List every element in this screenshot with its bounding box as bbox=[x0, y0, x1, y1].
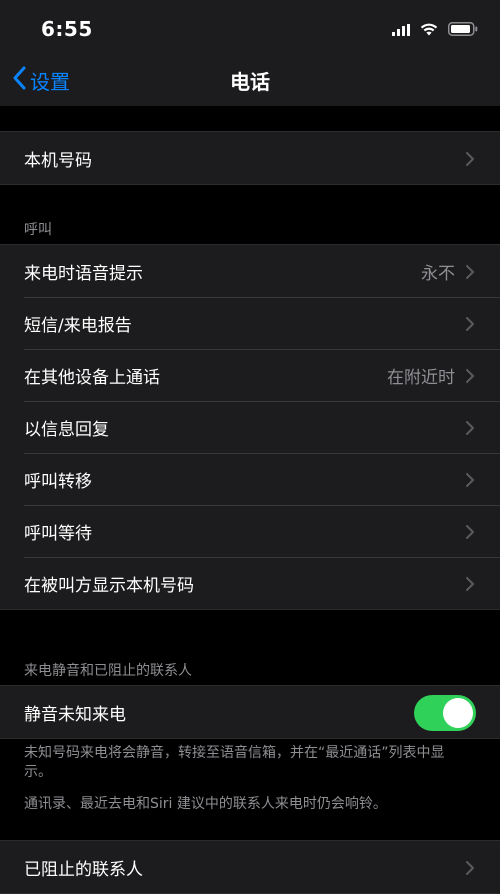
row-label: 在被叫方显示本机号码 bbox=[24, 575, 194, 596]
row-label: 在其他设备上通话 bbox=[24, 367, 160, 388]
row-label: 来电时语音提示 bbox=[24, 263, 143, 284]
toggle-knob bbox=[443, 698, 473, 728]
status-bar: 6:55 bbox=[0, 0, 500, 56]
row-announce-calls[interactable]: 来电时语音提示 永不 bbox=[0, 245, 500, 297]
chevron-right-icon bbox=[466, 151, 474, 170]
status-time: 6:55 bbox=[41, 17, 93, 41]
row-label: 已阻止的联系人 bbox=[24, 860, 143, 880]
chevron-right-icon bbox=[466, 860, 474, 879]
status-icons bbox=[392, 20, 478, 40]
chevron-right-icon bbox=[466, 524, 474, 543]
group-silence-unknown: 静音未知来电 bbox=[0, 685, 500, 739]
silence-footer-description: 未知号码来电将会静音，转接至语音信箱，并在“最近通话”列表中显示。 bbox=[24, 745, 445, 780]
row-value: 永不 bbox=[421, 263, 455, 284]
row-value: 在附近时 bbox=[387, 367, 455, 388]
page-title: 电话 bbox=[230, 70, 270, 94]
cellular-signal-icon bbox=[392, 21, 410, 40]
row-call-forwarding[interactable]: 呼叫转移 bbox=[0, 453, 500, 505]
row-label: 呼叫等待 bbox=[24, 523, 92, 544]
row-my-number[interactable]: 本机号码 bbox=[0, 132, 500, 184]
group-blocked-contacts: 已阻止的联系人 bbox=[0, 840, 500, 894]
silence-footer-note: 通讯录、最近去电和Siri 建议中的联系人来电时仍会响铃。 bbox=[24, 796, 387, 812]
row-respond-with-text[interactable]: 以信息回复 bbox=[0, 401, 500, 453]
chevron-right-icon bbox=[466, 264, 474, 283]
row-label: 短信/来电报告 bbox=[24, 315, 132, 336]
wifi-icon bbox=[420, 21, 438, 40]
row-label: 呼叫转移 bbox=[24, 471, 92, 492]
row-sms-call-reporting[interactable]: 短信/来电报告 bbox=[0, 297, 500, 349]
section-header-calls: 呼叫 bbox=[24, 222, 52, 238]
row-show-caller-id[interactable]: 在被叫方显示本机号码 bbox=[0, 557, 500, 609]
chevron-right-icon bbox=[466, 472, 474, 491]
chevron-right-icon bbox=[466, 368, 474, 387]
row-label: 静音未知来电 bbox=[24, 704, 126, 725]
chevron-right-icon bbox=[466, 420, 474, 439]
row-calls-on-other-devices[interactable]: 在其他设备上通话 在附近时 bbox=[0, 349, 500, 401]
silence-unknown-callers-toggle[interactable] bbox=[414, 695, 476, 731]
battery-icon bbox=[448, 21, 478, 40]
chevron-right-icon bbox=[466, 316, 474, 335]
group-my-number: 本机号码 bbox=[0, 131, 500, 185]
row-label: 以信息回复 bbox=[24, 419, 109, 440]
navigation-bar: 设置 电话 bbox=[0, 56, 500, 106]
group-calls: 来电时语音提示 永不 短信/来电报告 在其他设备上通话 在附近时 以信息回复 呼… bbox=[0, 244, 500, 610]
row-call-waiting[interactable]: 呼叫等待 bbox=[0, 505, 500, 557]
row-label: 本机号码 bbox=[24, 150, 92, 171]
row-blocked-contacts[interactable]: 已阻止的联系人 bbox=[0, 841, 500, 893]
row-silence-unknown-callers: 静音未知来电 bbox=[0, 686, 500, 738]
chevron-right-icon bbox=[466, 576, 474, 595]
section-header-silence-blocked: 来电静音和已阻止的联系人 bbox=[24, 663, 192, 679]
